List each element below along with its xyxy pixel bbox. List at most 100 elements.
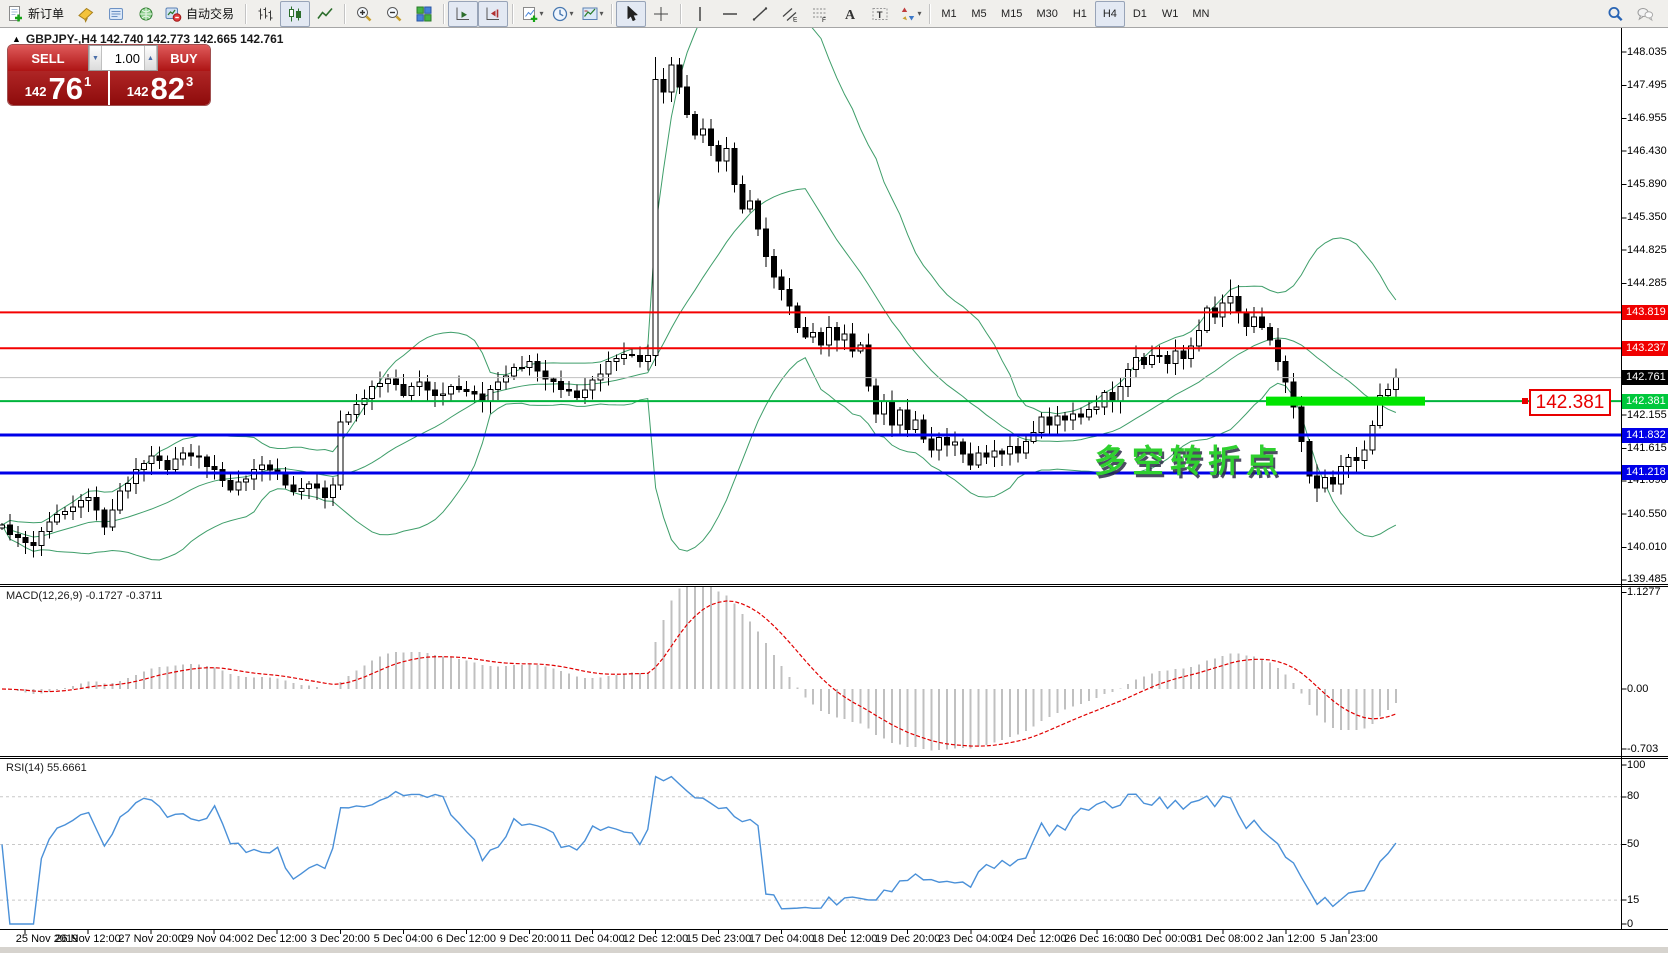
timeframe-h4-button[interactable]: H4 [1095, 1, 1125, 27]
arrows-button[interactable]: ▾ [895, 1, 925, 27]
price-line-label: 143.819 [1622, 305, 1668, 320]
buy-price[interactable]: 142823 [110, 71, 210, 105]
price-tick-label: 147.495 [1627, 79, 1667, 92]
chart-annotation-text[interactable]: 多空转折点 [1094, 436, 1284, 482]
panel-collapse-icon[interactable]: ▲ [12, 34, 21, 44]
toolbar-separator [680, 4, 681, 24]
auto-scroll-icon [454, 5, 472, 23]
data-window-button[interactable] [101, 1, 131, 27]
symbol-header: ▲ GBPJPY-,H4 142.740 142.773 142.665 142… [12, 32, 283, 46]
volume-increase-button[interactable]: ▲ [144, 46, 157, 70]
toolbar: 新订单 自动交易 ▾ ▾ ▾ E F A T ▾ M1 M5M15M30 H1 H4 D1W1MN [0, 0, 1668, 28]
toolbar-button-label: H1 [1069, 8, 1091, 20]
price-tick-label: 146.430 [1627, 145, 1667, 158]
equidistant-channel-button[interactable]: E [775, 1, 805, 27]
timeframe-d1-button[interactable]: D1 [1125, 1, 1155, 27]
one-click-trading-panel: SELL ▼ ▲ BUY 142761 142823 [8, 45, 210, 105]
toolbar-separator [344, 4, 345, 24]
sell-price-big: 76 [48, 76, 82, 102]
line-chart-icon [316, 5, 334, 23]
chart-shift-button[interactable] [478, 1, 508, 27]
chart-shift-icon [484, 5, 502, 23]
timeframe-m30-button[interactable]: M30 [1029, 1, 1064, 27]
timeframe-mn-button[interactable]: MN [1185, 1, 1216, 27]
buy-price-prefix: 142 [127, 84, 149, 99]
periods-button[interactable]: ▾ [547, 1, 577, 27]
time-tick-label: 5 Jan 23:00 [1303, 933, 1395, 945]
toolbar-button-label: MN [1188, 8, 1213, 20]
macd-tick-label: 0.00 [1627, 683, 1648, 696]
search-icon [1606, 5, 1624, 23]
crosshair-button[interactable] [646, 1, 676, 27]
line-chart-button[interactable] [310, 1, 340, 27]
auto-scroll-button[interactable] [448, 1, 478, 27]
horizontal-line-button[interactable] [715, 1, 745, 27]
rsi-tick-label: 80 [1627, 790, 1639, 803]
rsi-indicator-label: RSI(14) 55.6661 [6, 762, 87, 774]
price-tick-label: 141.615 [1627, 442, 1667, 455]
channel-icon: E [781, 5, 799, 23]
vertical-line-button[interactable] [685, 1, 715, 27]
cursor-button[interactable] [616, 1, 646, 27]
svg-text:T: T [877, 9, 883, 20]
price-tick-label: 146.955 [1627, 112, 1667, 125]
fibonacci-button[interactable]: F [805, 1, 835, 27]
price-tick-label: 145.350 [1627, 211, 1667, 224]
navigator-button[interactable] [131, 1, 161, 27]
market-watch-button[interactable] [71, 1, 101, 27]
zoom-out-icon [385, 5, 403, 23]
toolbar-separator [929, 4, 930, 24]
templates-button[interactable]: ▾ [577, 1, 607, 27]
buy-button[interactable]: BUY [158, 45, 210, 71]
fibonacci-icon: F [811, 5, 829, 23]
new-chart-button[interactable]: ▾ [517, 1, 547, 27]
text-label-button[interactable]: T [865, 1, 895, 27]
new-order-button[interactable]: 新订单 [3, 1, 71, 27]
toolbar-button-label: H4 [1099, 8, 1121, 20]
rsi-tick-label: 50 [1627, 838, 1639, 851]
timeframe-m5-button[interactable]: M5 [964, 1, 994, 27]
price-line-label: 141.832 [1622, 428, 1668, 443]
price-tag-anchor [1522, 398, 1528, 404]
volume-input[interactable] [102, 46, 144, 70]
toolbar-button-label: M1 [937, 8, 960, 20]
status-strip [0, 947, 1668, 953]
chart-window: ▲ GBPJPY-,H4 142.740 142.773 142.665 142… [0, 28, 1668, 953]
price-chart[interactable] [0, 28, 1668, 953]
sell-button[interactable]: SELL [8, 45, 88, 71]
bar-chart-button[interactable] [250, 1, 280, 27]
search-button[interactable] [1600, 1, 1630, 27]
chat-button[interactable] [1630, 1, 1660, 27]
zoom-in-button[interactable] [349, 1, 379, 27]
timeframe-m15-button[interactable]: M15 [994, 1, 1029, 27]
macd-tick-label: 1.1277 [1627, 586, 1661, 599]
price-tick-label: 140.010 [1627, 541, 1667, 554]
dropdown-arrow-icon: ▾ [570, 9, 574, 18]
toolbar-separator [611, 4, 612, 24]
text-button[interactable]: A [835, 1, 865, 27]
dropdown-arrow-icon: ▾ [600, 9, 604, 18]
volume-decrease-button[interactable]: ▼ [89, 46, 102, 70]
timeframe-m1-button[interactable]: M1 [934, 1, 964, 27]
toolbar-separator [512, 4, 513, 24]
text-icon: A [841, 5, 859, 23]
dropdown-arrow-icon: ▾ [540, 9, 544, 18]
volume-control: ▼ ▲ [88, 45, 158, 71]
buy-price-big: 82 [150, 76, 184, 102]
rsi-tick-label: 15 [1627, 894, 1639, 907]
sell-price[interactable]: 142761 [8, 71, 108, 105]
toolbar-button-label: M30 [1032, 8, 1061, 20]
svg-text:F: F [822, 17, 826, 23]
timeframe-w1-button[interactable]: W1 [1155, 1, 1186, 27]
price-tag-box[interactable]: 142.381 [1529, 389, 1611, 416]
toolbar-right-group [1600, 1, 1660, 27]
timeframe-h1-button[interactable]: H1 [1065, 1, 1095, 27]
candlestick-chart-button[interactable] [280, 1, 310, 27]
sell-price-sup: 1 [84, 74, 91, 89]
toolbar-separator [443, 4, 444, 24]
trendline-button[interactable] [745, 1, 775, 27]
tile-windows-button[interactable] [409, 1, 439, 27]
auto-trading-button[interactable]: 自动交易 [161, 1, 241, 27]
navigator-icon [137, 5, 155, 23]
zoom-out-button[interactable] [379, 1, 409, 27]
